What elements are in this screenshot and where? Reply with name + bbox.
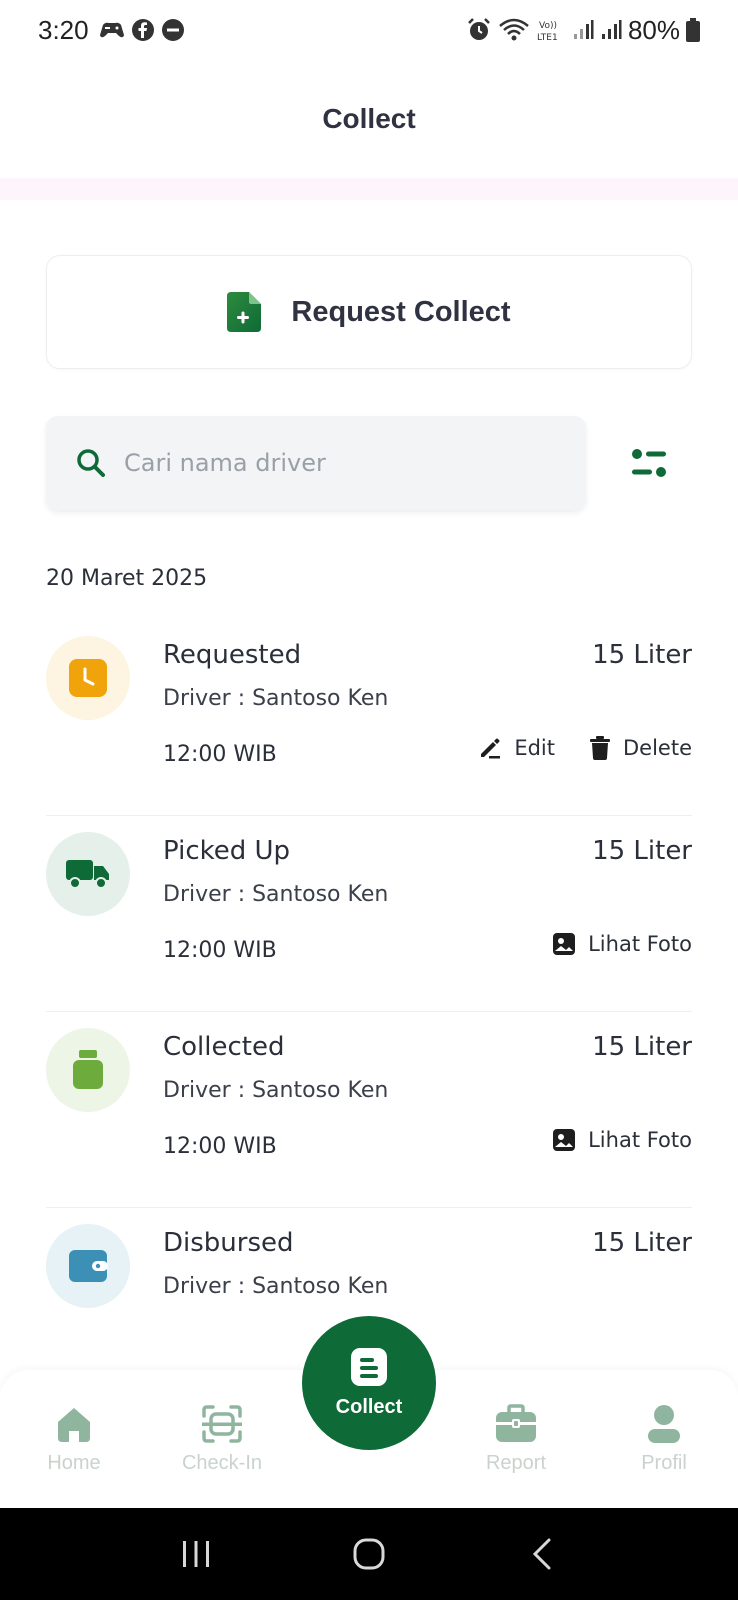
- item-driver: Driver : Santoso Ken: [163, 1274, 389, 1299]
- nav-home[interactable]: Home: [14, 1404, 134, 1475]
- svg-text:LTE1: LTE1: [537, 33, 558, 43]
- scan-icon: [202, 1405, 242, 1443]
- delete-button[interactable]: Delete: [589, 736, 692, 760]
- item-volume: 15 Liter: [592, 1032, 692, 1062]
- item-actions: Edit Delete: [478, 736, 692, 760]
- collect-list: Requested 15 Liter Driver : Santoso Ken …: [46, 620, 692, 1330]
- item-status: Disbursed: [163, 1228, 294, 1258]
- trash-icon: [590, 736, 610, 760]
- svg-text:Vo)): Vo)): [539, 21, 557, 31]
- status-bar: 3:20 Vo)) LTE1 80%: [0, 0, 738, 60]
- image-icon: [553, 933, 576, 955]
- edit-label: Edit: [514, 736, 555, 760]
- item-status: Collected: [163, 1032, 285, 1062]
- status-icon-circle: [46, 832, 130, 916]
- nav-report-label: Report: [485, 1452, 547, 1474]
- search-box: [46, 416, 586, 510]
- list-item[interactable]: Picked Up 15 Liter Driver : Santoso Ken …: [46, 816, 692, 1012]
- briefcase-icon: [496, 1404, 536, 1442]
- nav-collect-button[interactable]: Collect: [302, 1316, 436, 1450]
- wifi-icon: [499, 18, 529, 41]
- edit-button[interactable]: Edit: [478, 736, 555, 760]
- recent-apps-icon: [183, 1541, 210, 1567]
- list-item[interactable]: Requested 15 Liter Driver : Santoso Ken …: [46, 620, 692, 816]
- nav-profile[interactable]: Profil: [604, 1404, 724, 1475]
- edit-icon: [481, 738, 501, 759]
- item-status: Requested: [163, 640, 302, 670]
- item-driver: Driver : Santoso Ken: [163, 882, 389, 907]
- item-time: 12:00 WIB: [163, 1134, 277, 1159]
- app-bar-divider: [0, 178, 738, 200]
- request-collect-label: Request Collect: [291, 295, 511, 328]
- list-item[interactable]: Collected 15 Liter Driver : Santoso Ken …: [46, 1012, 692, 1208]
- request-collect-button[interactable]: Request Collect: [46, 255, 692, 369]
- truck-icon: [66, 860, 109, 889]
- status-icon-circle: [46, 1224, 130, 1308]
- search-input[interactable]: [124, 449, 544, 477]
- signal-icon: [601, 20, 622, 39]
- page-title: Collect: [322, 103, 416, 134]
- date-group-label: 20 Maret 2025: [46, 566, 208, 591]
- jerrycan-icon: [73, 1050, 103, 1089]
- item-driver: Driver : Santoso Ken: [163, 686, 389, 711]
- status-icon-circle: [46, 1028, 130, 1112]
- search-icon: [77, 449, 105, 477]
- item-time: 12:00 WIB: [163, 742, 277, 767]
- back-button[interactable]: [512, 1524, 572, 1584]
- status-left: 3:20: [38, 15, 185, 46]
- document-icon: [351, 1347, 387, 1386]
- facebook-icon: [131, 19, 154, 41]
- system-navigation-bar: [0, 1508, 738, 1600]
- app-bar: Collect: [0, 60, 738, 178]
- wallet-icon: [69, 1250, 108, 1282]
- nav-check-in[interactable]: Check-In: [162, 1404, 282, 1475]
- do-not-disturb-icon: [161, 19, 184, 41]
- item-actions: Lihat Foto: [552, 932, 692, 956]
- item-actions: Lihat Foto: [552, 1128, 692, 1152]
- filter-button[interactable]: [622, 438, 676, 488]
- home-icon: [58, 1408, 90, 1442]
- nav-collect-label: Collect: [335, 1395, 403, 1418]
- home-circle-icon: [353, 1538, 385, 1570]
- signal-icon: [573, 20, 594, 39]
- alarm-icon: [468, 18, 490, 40]
- status-time: 3:20: [38, 14, 89, 45]
- item-volume: 15 Liter: [592, 640, 692, 670]
- notification-icons: [99, 18, 185, 42]
- battery-icon: [686, 18, 700, 42]
- status-right: Vo)) LTE1 80%: [466, 15, 700, 46]
- nav-report[interactable]: Report: [456, 1404, 576, 1475]
- battery-level: 80%: [627, 14, 680, 45]
- view-photo-button[interactable]: Lihat Foto: [552, 932, 692, 956]
- delete-label: Delete: [623, 736, 692, 760]
- view-photo-label: Lihat Foto: [588, 932, 692, 956]
- status-icon-circle: [46, 636, 130, 720]
- image-icon: [553, 1129, 576, 1151]
- game-controller-icon: [99, 22, 124, 38]
- file-plus-icon: [227, 292, 262, 332]
- list-item[interactable]: Disbursed 15 Liter Driver : Santoso Ken: [46, 1208, 692, 1330]
- item-volume: 15 Liter: [592, 1228, 692, 1258]
- item-time: 12:00 WIB: [163, 938, 277, 963]
- view-photo-label: Lihat Foto: [588, 1128, 692, 1152]
- item-volume: 15 Liter: [592, 836, 692, 866]
- view-photo-button[interactable]: Lihat Foto: [552, 1128, 692, 1152]
- nav-home-label: Home: [47, 1452, 101, 1474]
- back-chevron-icon: [532, 1538, 551, 1570]
- item-driver: Driver : Santoso Ken: [163, 1078, 389, 1103]
- volte-icon: Vo)) LTE1: [537, 21, 558, 43]
- item-status: Picked Up: [163, 836, 291, 866]
- nav-profile-label: Profil: [641, 1452, 687, 1474]
- recent-apps-button[interactable]: [166, 1524, 226, 1584]
- user-icon: [648, 1405, 680, 1443]
- nav-check-in-label: Check-In: [181, 1452, 263, 1474]
- home-system-button[interactable]: [339, 1524, 399, 1584]
- filter-icon: [632, 449, 666, 477]
- clock-icon: [69, 659, 107, 697]
